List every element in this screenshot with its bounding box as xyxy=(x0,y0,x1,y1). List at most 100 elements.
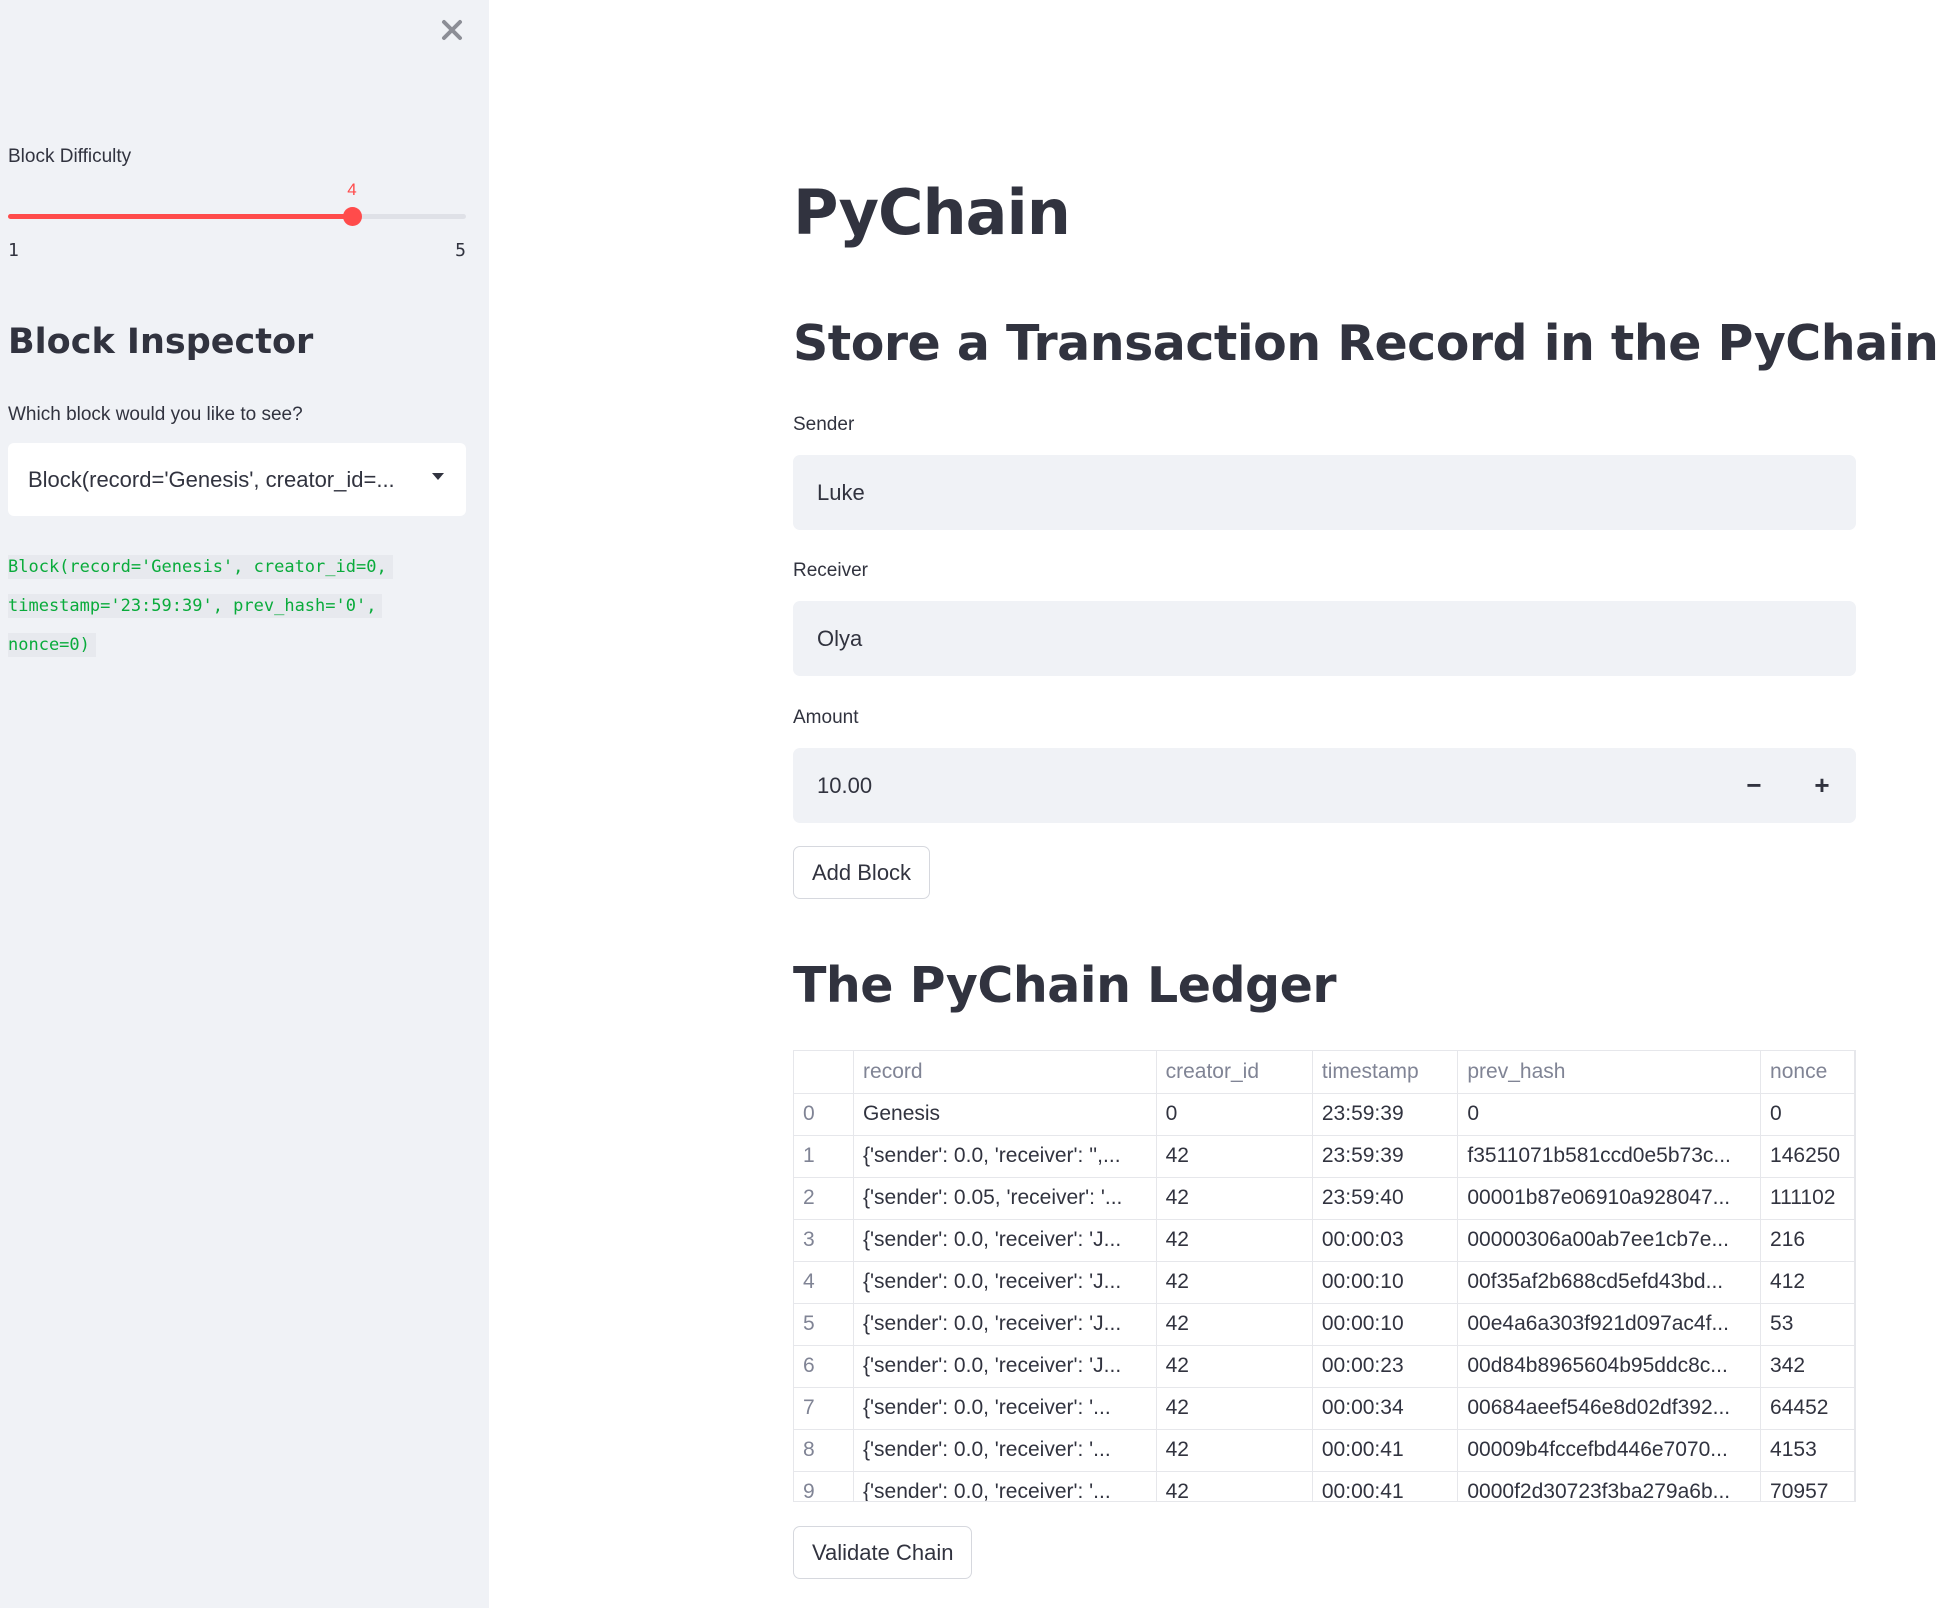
table-cell[interactable]: 00:00:03 xyxy=(1312,1219,1459,1262)
row-index[interactable]: 9 xyxy=(794,1471,855,1501)
table-cell[interactable]: 00f35af2b688cd5efd43bd... xyxy=(1457,1261,1762,1304)
table-cell[interactable]: 42 xyxy=(1156,1177,1313,1220)
column-header[interactable] xyxy=(794,1051,855,1094)
table-row[interactable]: 4 {'sender': 0.0, 'receiver': 'J... 42 00:0… xyxy=(794,1261,1855,1304)
table-cell[interactable]: 412 xyxy=(1760,1261,1855,1304)
table-row[interactable]: 1 {'sender': 0.0, 'receiver': '',... 42 23:… xyxy=(794,1135,1855,1178)
row-index[interactable]: 4 xyxy=(794,1261,855,1304)
table-cell[interactable]: {'sender': 0.0, 'receiver': '',... xyxy=(853,1135,1157,1178)
table-cell[interactable]: 00:00:41 xyxy=(1312,1429,1459,1472)
table-cell[interactable]: 00:00:10 xyxy=(1312,1261,1459,1304)
table-row[interactable]: 6 {'sender': 0.0, 'receiver': 'J... 42 00:0… xyxy=(794,1345,1855,1388)
table-cell[interactable]: 23:59:39 xyxy=(1312,1135,1459,1178)
section-title-ledger: The PyChain Ledger xyxy=(793,957,1337,1014)
table-cell[interactable]: 53 xyxy=(1760,1303,1855,1346)
table-cell[interactable]: 216 xyxy=(1760,1219,1855,1262)
block-select-value: Block(record='Genesis', creator_id=... xyxy=(28,466,395,492)
table-cell[interactable]: 146250 xyxy=(1760,1135,1855,1178)
table-cell[interactable]: f3511071b581ccd0e5b73c... xyxy=(1457,1135,1762,1178)
table-cell[interactable]: 00d84b8965604b95ddc8c... xyxy=(1457,1345,1762,1388)
validate-chain-button[interactable]: Validate Chain xyxy=(793,1526,973,1579)
table-cell[interactable]: {'sender': 0.0, 'receiver': '... xyxy=(853,1387,1157,1430)
row-index[interactable]: 3 xyxy=(794,1219,855,1262)
table-cell[interactable]: 00001b87e06910a928047... xyxy=(1457,1177,1762,1220)
table-cell[interactable]: 42 xyxy=(1156,1135,1313,1178)
close-icon xyxy=(442,20,462,40)
column-header[interactable]: nonce xyxy=(1760,1051,1855,1094)
table-cell[interactable]: 23:59:40 xyxy=(1312,1177,1459,1220)
table-cell[interactable]: 23:59:39 xyxy=(1312,1093,1459,1136)
table-cell[interactable]: {'sender': 0.0, 'receiver': 'J... xyxy=(853,1219,1157,1262)
table-cell[interactable]: 0000f2d30723f3ba279a6b... xyxy=(1457,1471,1762,1501)
table-cell[interactable]: 4153 xyxy=(1760,1429,1855,1472)
close-sidebar-button[interactable] xyxy=(434,12,470,48)
table-cell[interactable]: {'sender': 0.0, 'receiver': 'J... xyxy=(853,1345,1157,1388)
table-cell[interactable]: 42 xyxy=(1156,1219,1313,1262)
table-cell[interactable]: 00:00:23 xyxy=(1312,1345,1459,1388)
slider-thumb[interactable] xyxy=(343,207,362,226)
slider-fill xyxy=(8,214,352,219)
table-cell[interactable]: 70957 xyxy=(1760,1471,1855,1501)
table-cell[interactable]: 00009b4fccefbd446e7070... xyxy=(1457,1429,1762,1472)
table-row[interactable]: 9 {'sender': 0.0, 'receiver': '... 42 00:00… xyxy=(794,1471,1855,1501)
table-cell[interactable]: 00:00:34 xyxy=(1312,1387,1459,1430)
table-cell[interactable]: 42 xyxy=(1156,1303,1313,1346)
row-index[interactable]: 2 xyxy=(794,1177,855,1220)
table-cell[interactable]: 00000306a00ab7ee1cb7e... xyxy=(1457,1219,1762,1262)
table-cell[interactable]: 00e4a6a303f921d097ac4f... xyxy=(1457,1303,1762,1346)
column-header[interactable]: record xyxy=(853,1051,1157,1094)
add-block-button[interactable]: Add Block xyxy=(793,846,931,899)
table-row[interactable]: 3 {'sender': 0.0, 'receiver': 'J... 42 00:0… xyxy=(794,1219,1855,1262)
table-cell[interactable]: 0 xyxy=(1457,1093,1762,1136)
table-cell[interactable]: 42 xyxy=(1156,1345,1313,1388)
code-line: Block(record='Genesis', creator_id=0, xyxy=(8,555,393,579)
table-cell[interactable]: 342 xyxy=(1760,1345,1855,1388)
table-cell[interactable]: Genesis xyxy=(853,1093,1157,1136)
sender-label: Sender xyxy=(793,414,855,435)
row-index[interactable]: 0 xyxy=(794,1093,855,1136)
sidebar: Block Difficulty 4 1 5 Block Inspector W… xyxy=(0,0,489,1608)
decrement-button[interactable]: − xyxy=(1720,748,1788,823)
table-cell[interactable]: 00:00:10 xyxy=(1312,1303,1459,1346)
sender-input[interactable]: Luke xyxy=(793,455,1856,530)
row-index[interactable]: 7 xyxy=(794,1387,855,1430)
table-cell[interactable]: {'sender': 0.05, 'receiver': '... xyxy=(853,1177,1157,1220)
row-index[interactable]: 8 xyxy=(794,1429,855,1472)
table-cell[interactable]: 42 xyxy=(1156,1387,1313,1430)
column-header[interactable]: prev_hash xyxy=(1457,1051,1762,1094)
table-cell[interactable]: 0 xyxy=(1760,1093,1855,1136)
table-cell[interactable]: 42 xyxy=(1156,1429,1313,1472)
slider-min-label: 1 xyxy=(8,240,19,261)
block-select[interactable]: Block(record='Genesis', creator_id=... xyxy=(8,443,466,516)
table-row[interactable]: 8 {'sender': 0.0, 'receiver': '... 42 00:00… xyxy=(794,1429,1855,1472)
block-inspector-title: Block Inspector xyxy=(8,322,314,362)
table-cell[interactable]: 00684aeef546e8d02df392... xyxy=(1457,1387,1762,1430)
row-index[interactable]: 6 xyxy=(794,1345,855,1388)
column-header[interactable]: creator_id xyxy=(1156,1051,1313,1094)
page-title: PyChain xyxy=(793,176,1071,249)
table-cell[interactable]: 111102 xyxy=(1760,1177,1855,1220)
increment-button[interactable]: + xyxy=(1788,748,1856,823)
table-cell[interactable]: {'sender': 0.0, 'receiver': 'J... xyxy=(853,1303,1157,1346)
row-index[interactable]: 5 xyxy=(794,1303,855,1346)
table-row[interactable]: 2 {'sender': 0.05, 'receiver': '... 42 23:5… xyxy=(794,1177,1855,1220)
table-cell[interactable]: {'sender': 0.0, 'receiver': '... xyxy=(853,1429,1157,1472)
table-cell[interactable]: 0 xyxy=(1156,1093,1313,1136)
table-cell[interactable]: 42 xyxy=(1156,1471,1313,1501)
difficulty-label: Block Difficulty xyxy=(8,146,132,167)
table-row[interactable]: 0 Genesis 0 23:59:39 0 0 xyxy=(794,1093,1855,1136)
table-cell[interactable]: 00:00:41 xyxy=(1312,1471,1459,1501)
receiver-input[interactable]: Olya xyxy=(793,601,1856,676)
ledger-table[interactable]: record creator_id timestamp prev_hash nonce … xyxy=(793,1050,1856,1502)
table-cell[interactable]: 64452 xyxy=(1760,1387,1855,1430)
difficulty-slider[interactable]: 4 1 5 xyxy=(8,178,466,261)
amount-value[interactable]: 10.00 xyxy=(817,748,872,823)
column-header[interactable]: timestamp xyxy=(1312,1051,1459,1094)
table-cell[interactable]: 42 xyxy=(1156,1261,1313,1304)
table-cell[interactable]: {'sender': 0.0, 'receiver': 'J... xyxy=(853,1261,1157,1304)
table-cell[interactable]: {'sender': 0.0, 'receiver': '... xyxy=(853,1471,1157,1501)
amount-input[interactable]: 10.00 − + xyxy=(793,748,1856,823)
table-row[interactable]: 7 {'sender': 0.0, 'receiver': '... 42 00:00… xyxy=(794,1387,1855,1430)
row-index[interactable]: 1 xyxy=(794,1135,855,1178)
table-row[interactable]: 5 {'sender': 0.0, 'receiver': 'J... 42 00:0… xyxy=(794,1303,1855,1346)
